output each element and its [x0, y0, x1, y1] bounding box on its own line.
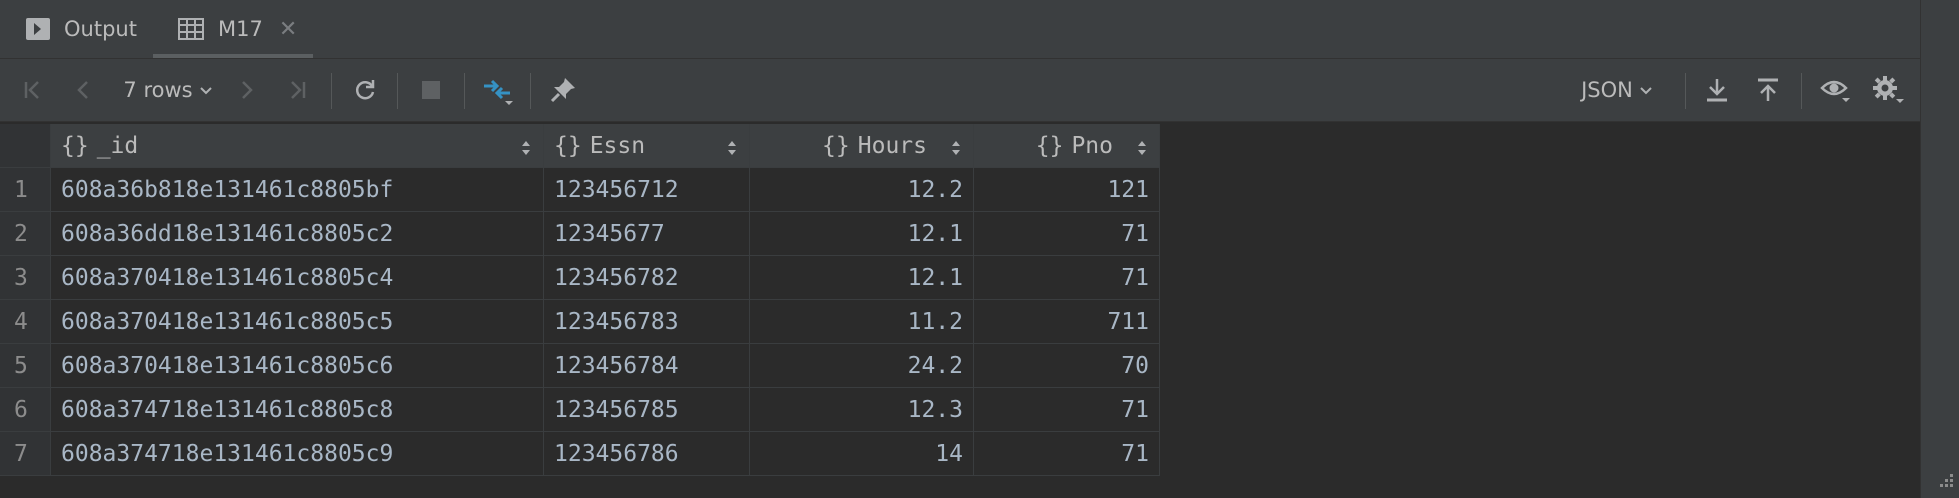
cell-essn[interactable]: 123456785 — [544, 388, 750, 432]
tab-output[interactable]: Output — [26, 0, 137, 58]
cell-essn[interactable]: 123456786 — [544, 432, 750, 476]
cell-essn[interactable]: 123456783 — [544, 300, 750, 344]
object-type-icon: {} — [822, 132, 850, 159]
object-type-icon: {} — [554, 132, 582, 159]
toolbar-separator — [530, 73, 531, 109]
row-number: 2 — [0, 212, 51, 256]
cell-id[interactable]: 608a374718e131461c8805c8 — [51, 388, 544, 432]
gear-icon[interactable] — [1870, 59, 1906, 121]
cell-essn[interactable]: 123456784 — [544, 344, 750, 388]
compare-icon[interactable] — [480, 59, 516, 121]
object-type-icon: {} — [61, 132, 89, 159]
rows-count-dropdown[interactable]: 7 rows — [118, 59, 218, 121]
cell-hours[interactable]: 12.1 — [750, 256, 974, 300]
tab-output-label: Output — [64, 17, 137, 41]
column-header-label: Pno — [1071, 132, 1113, 159]
cell-hours[interactable]: 12.2 — [750, 168, 974, 212]
cell-pno[interactable]: 121 — [974, 168, 1160, 212]
cell-hours[interactable]: 12.1 — [750, 212, 974, 256]
results-table: {} _id {} Essn {} Hours {} Pno 1 608a36b… — [0, 122, 1920, 498]
cell-hours[interactable]: 11.2 — [750, 300, 974, 344]
sort-icon[interactable] — [951, 137, 961, 163]
cell-pno[interactable]: 71 — [974, 432, 1160, 476]
cell-pno[interactable]: 71 — [974, 256, 1160, 300]
cell-id[interactable]: 608a370418e131461c8805c6 — [51, 344, 544, 388]
toolbar-separator — [397, 73, 398, 109]
results-toolbar: 7 rows JSON — [0, 59, 1920, 122]
chevron-down-icon — [1639, 81, 1653, 100]
row-number: 3 — [0, 256, 51, 300]
row-number: 1 — [0, 168, 51, 212]
column-header-pno[interactable]: {} Pno — [974, 124, 1160, 168]
row-number: 7 — [0, 432, 51, 476]
tab-m17[interactable]: M17 ✕ — [178, 0, 297, 58]
cell-id[interactable]: 608a36b818e131461c8805bf — [51, 168, 544, 212]
cell-id[interactable]: 608a374718e131461c8805c9 — [51, 432, 544, 476]
vertical-scrollbar[interactable] — [1920, 0, 1959, 498]
close-icon[interactable]: ✕ — [279, 17, 297, 42]
refresh-icon[interactable] — [350, 59, 380, 121]
chevron-down-icon — [199, 81, 213, 100]
tab-m17-label: M17 — [218, 17, 263, 41]
object-type-icon: {} — [1035, 132, 1064, 159]
column-header-essn[interactable]: {} Essn — [544, 124, 750, 168]
pin-icon[interactable] — [546, 59, 580, 121]
sort-icon[interactable] — [1137, 137, 1147, 163]
prev-page-icon[interactable] — [68, 59, 98, 121]
toolbar-separator — [1801, 73, 1802, 109]
cell-pno[interactable]: 71 — [974, 388, 1160, 432]
column-header-label: _id — [96, 132, 139, 159]
format-label: JSON — [1581, 78, 1633, 102]
toolbar-separator — [464, 73, 465, 109]
next-page-icon[interactable] — [232, 59, 262, 121]
cell-id[interactable]: 608a36dd18e131461c8805c2 — [51, 212, 544, 256]
sort-icon[interactable] — [521, 137, 531, 163]
column-header-label: Essn — [589, 132, 646, 159]
cell-pno[interactable]: 70 — [974, 344, 1160, 388]
last-page-icon[interactable] — [282, 59, 312, 121]
cell-id[interactable]: 608a370418e131461c8805c5 — [51, 300, 544, 344]
table-icon — [178, 18, 204, 40]
cell-essn[interactable]: 12345677 — [544, 212, 750, 256]
column-header-label: Hours — [857, 132, 927, 159]
download-icon[interactable] — [1702, 59, 1732, 121]
active-tab-indicator — [153, 54, 313, 58]
first-page-icon[interactable] — [18, 59, 48, 121]
row-number-header — [0, 124, 51, 168]
sort-icon[interactable] — [727, 137, 737, 163]
cell-hours[interactable]: 24.2 — [750, 344, 974, 388]
cell-pno[interactable]: 711 — [974, 300, 1160, 344]
column-header-id[interactable]: {} _id — [51, 124, 544, 168]
cell-hours[interactable]: 14 — [750, 432, 974, 476]
cell-hours[interactable]: 12.3 — [750, 388, 974, 432]
row-number: 6 — [0, 388, 51, 432]
column-header-hours[interactable]: {} Hours — [750, 124, 974, 168]
cell-pno[interactable]: 71 — [974, 212, 1160, 256]
cell-id[interactable]: 608a370418e131461c8805c4 — [51, 256, 544, 300]
tab-bar: Output M17 ✕ — [0, 0, 1920, 59]
console-icon — [26, 18, 50, 40]
toolbar-separator — [1685, 73, 1686, 109]
row-number: 4 — [0, 300, 51, 344]
rows-count-label: 7 rows — [123, 78, 193, 102]
format-dropdown[interactable]: JSON — [1572, 59, 1662, 121]
toolbar-separator — [331, 73, 332, 109]
resize-grip-icon[interactable] — [1940, 473, 1954, 492]
cell-essn[interactable]: 123456712 — [544, 168, 750, 212]
stop-icon[interactable] — [416, 59, 446, 121]
upload-icon[interactable] — [1753, 59, 1783, 121]
row-number: 5 — [0, 344, 51, 388]
eye-icon[interactable] — [1818, 59, 1854, 121]
cell-essn[interactable]: 123456782 — [544, 256, 750, 300]
